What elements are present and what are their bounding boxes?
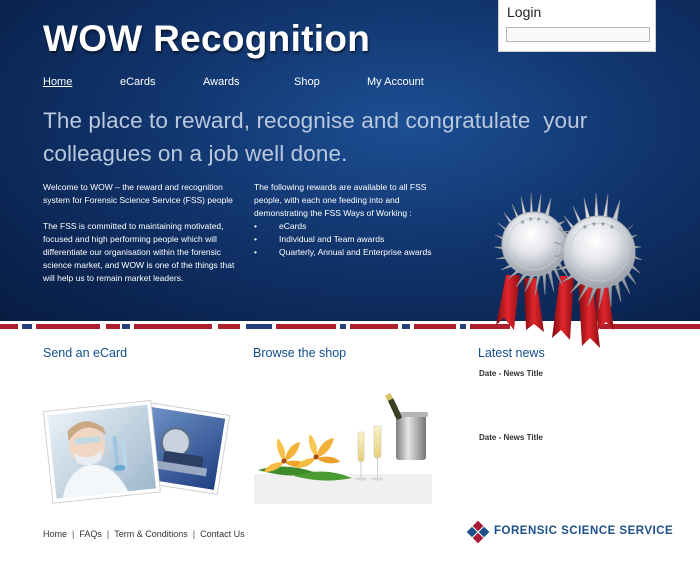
footer-link-terms[interactable]: Term & Conditions bbox=[114, 529, 188, 539]
champagne-and-flowers-photo[interactable] bbox=[254, 392, 432, 504]
tagline: The place to reward, recognise and congr… bbox=[43, 104, 663, 170]
rewards-list: eCards Individual and Team awards Quarte… bbox=[254, 220, 454, 259]
tagline-line-2: colleagues on a job well done. bbox=[43, 141, 348, 166]
silver-award-medals-icon: ★ ★ ★ ★ ★ ★ ★ ★ bbox=[493, 192, 643, 348]
rewards-list-item: Quarterly, Annual and Enterprise awards bbox=[254, 246, 454, 259]
svg-text:★: ★ bbox=[600, 220, 606, 228]
rewards-list-item: Individual and Team awards bbox=[254, 233, 454, 246]
svg-text:★: ★ bbox=[591, 220, 597, 228]
svg-text:★: ★ bbox=[528, 216, 533, 223]
site-title: WOW Recognition bbox=[43, 18, 371, 59]
svg-text:★: ★ bbox=[609, 223, 615, 231]
svg-text:★: ★ bbox=[536, 216, 541, 223]
tagline-line-1: The place to reward, recognise and congr… bbox=[43, 108, 588, 133]
welcome-column: Welcome to WOW – the reward and recognit… bbox=[43, 181, 243, 285]
browse-shop-heading[interactable]: Browse the shop bbox=[253, 346, 346, 360]
svg-text:★: ★ bbox=[520, 219, 525, 226]
login-input[interactable] bbox=[506, 27, 650, 42]
footer-separator: | bbox=[72, 529, 75, 539]
nav-ecards[interactable]: eCards bbox=[120, 76, 155, 88]
footer-separator: | bbox=[106, 529, 110, 539]
footer-separator: | bbox=[192, 529, 196, 539]
footer-link-faqs[interactable]: FAQs bbox=[79, 529, 102, 539]
footer-link-home[interactable]: Home bbox=[43, 529, 67, 539]
fss-logo-text: FORENSIC SCIENCE SERVICE bbox=[494, 525, 674, 537]
nav-my-account[interactable]: My Account bbox=[367, 76, 424, 88]
footer-links: Home | FAQs | Term & Conditions | Contact Us bbox=[43, 529, 245, 539]
nav-shop[interactable]: Shop bbox=[294, 76, 320, 88]
rewards-column: The following rewards are available to a… bbox=[254, 181, 454, 259]
svg-text:★: ★ bbox=[582, 223, 588, 231]
rewards-list-item: eCards bbox=[254, 220, 454, 233]
latest-news-heading: Latest news bbox=[478, 346, 545, 360]
nav-awards[interactable]: Awards bbox=[203, 76, 239, 88]
news-item[interactable]: Date - News Title bbox=[479, 433, 543, 442]
login-title: Login bbox=[507, 4, 542, 20]
login-box: Login bbox=[498, 0, 656, 52]
svg-text:★: ★ bbox=[544, 219, 549, 226]
send-ecard-heading[interactable]: Send an eCard bbox=[43, 346, 127, 360]
footer-link-contact[interactable]: Contact Us bbox=[200, 529, 245, 539]
rewards-intro: The following rewards are available to a… bbox=[254, 182, 427, 218]
laboratory-scientist-photo[interactable] bbox=[40, 398, 230, 508]
news-item[interactable]: Date - News Title bbox=[479, 369, 543, 378]
commitment-text: The FSS is committed to maintaining moti… bbox=[43, 221, 235, 283]
nav-home[interactable]: Home bbox=[43, 76, 72, 88]
welcome-text: Welcome to WOW – the reward and recognit… bbox=[43, 182, 233, 205]
